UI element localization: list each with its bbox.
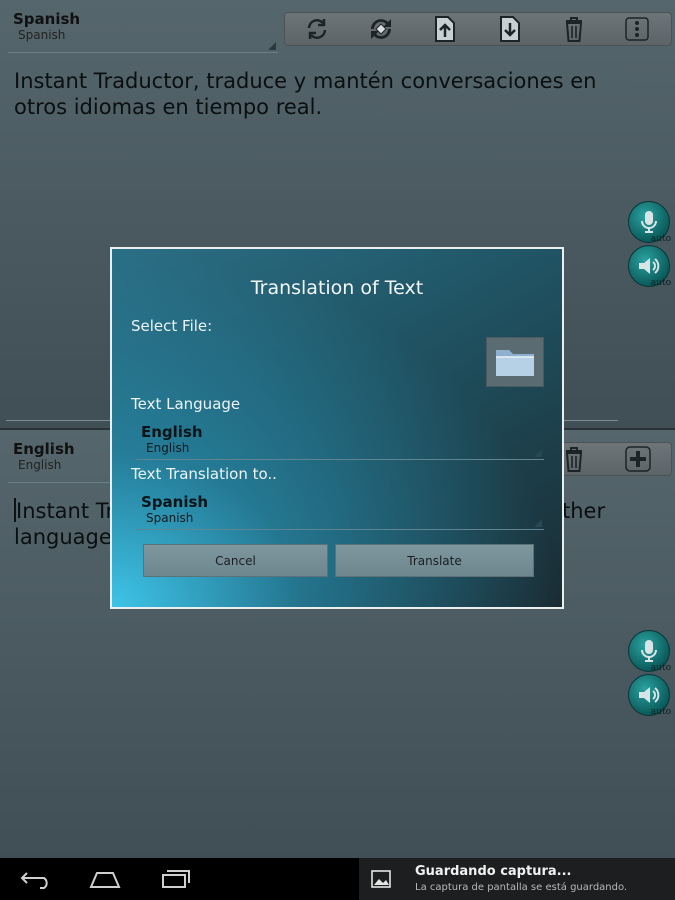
target-language-sub: English xyxy=(18,458,62,472)
upload-button[interactable] xyxy=(423,13,467,45)
source-language-name: Spanish xyxy=(13,10,81,28)
auto-label: auto xyxy=(650,278,671,288)
upload-icon xyxy=(435,16,455,42)
text-language-label: Text Language xyxy=(131,395,241,413)
target-text-line2[interactable]: languages xyxy=(14,524,123,550)
swap-icon xyxy=(371,19,391,39)
system-navigation-bar: Guardando captura... La captura de panta… xyxy=(0,858,675,900)
target-text-line1[interactable]: Instant Tr xyxy=(16,498,114,524)
microphone-icon xyxy=(641,211,657,233)
target-language-name: English xyxy=(13,440,75,458)
back-button[interactable] xyxy=(6,866,66,892)
target-toolbar xyxy=(545,442,672,476)
dropdown-arrow-icon xyxy=(268,42,276,50)
source-language-select[interactable]: Spanish Spanish xyxy=(8,8,278,53)
swap-languages-button[interactable] xyxy=(359,13,403,45)
auto-label: auto xyxy=(650,234,671,244)
translation-to-name: Spanish xyxy=(141,493,209,511)
target-speaker-button[interactable]: auto xyxy=(628,674,671,717)
overflow-menu-icon xyxy=(625,17,649,41)
text-language-name: English xyxy=(141,423,203,441)
translate-button[interactable]: Translate xyxy=(335,544,534,577)
source-mic-button[interactable]: auto xyxy=(628,201,671,244)
source-text-area[interactable]: Instant Traductor, traduce y mantén conv… xyxy=(14,68,654,120)
folder-icon xyxy=(496,350,534,376)
select-file-label: Select File: xyxy=(131,317,213,335)
cancel-button[interactable]: Cancel xyxy=(143,544,328,577)
target-mic-button[interactable]: auto xyxy=(628,630,671,673)
auto-label: auto xyxy=(650,663,671,673)
refresh-icon xyxy=(307,19,327,39)
home-icon xyxy=(89,872,121,888)
text-language-sub: English xyxy=(146,441,190,455)
target-text-line1-end[interactable]: ther xyxy=(562,498,605,524)
translation-to-sub: Spanish xyxy=(146,511,194,525)
browse-folder-button[interactable] xyxy=(486,337,544,387)
source-speaker-button[interactable]: auto xyxy=(628,245,671,288)
trash-icon xyxy=(565,447,583,472)
dropdown-arrow-icon xyxy=(534,519,542,527)
speaker-icon xyxy=(639,258,660,274)
download-icon xyxy=(500,16,520,42)
recent-apps-button[interactable] xyxy=(146,866,206,892)
home-button[interactable] xyxy=(75,866,135,892)
translation-to-select[interactable]: Spanish Spanish xyxy=(136,491,544,530)
dropdown-arrow-icon xyxy=(534,449,542,457)
dialog-title: Translation of Text xyxy=(250,277,424,299)
image-icon xyxy=(371,870,391,888)
add-button[interactable] xyxy=(616,443,660,475)
trash-icon xyxy=(565,17,583,42)
speaker-icon xyxy=(639,687,660,703)
back-arrow-icon xyxy=(20,872,48,889)
notification-title: Guardando captura... xyxy=(415,864,572,879)
text-language-select[interactable]: English English xyxy=(136,421,544,460)
overflow-menu-button[interactable] xyxy=(615,13,659,45)
translation-to-label: Text Translation to.. xyxy=(131,465,277,483)
notification-text: La captura de pantalla se está guardando… xyxy=(415,882,628,893)
microphone-icon xyxy=(641,640,657,662)
refresh-button[interactable] xyxy=(295,13,339,45)
source-language-sub: Spanish xyxy=(18,28,66,42)
download-button[interactable] xyxy=(488,13,532,45)
delete-button[interactable] xyxy=(552,13,596,45)
auto-label: auto xyxy=(650,707,671,717)
recent-apps-icon xyxy=(162,870,190,888)
screenshot-notification[interactable]: Guardando captura... La captura de panta… xyxy=(359,858,675,900)
plus-icon xyxy=(625,446,651,472)
translation-dialog: Translation of Text Select File: Text La… xyxy=(110,247,564,609)
toolbar xyxy=(284,12,672,46)
